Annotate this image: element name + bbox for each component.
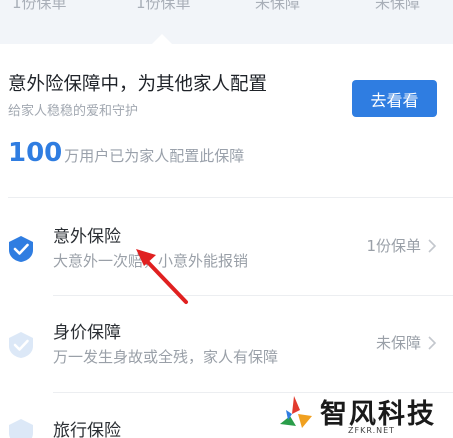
stat-number: 100 xyxy=(8,138,63,168)
tab-pointer-icon xyxy=(152,34,172,44)
tab-policy-4[interactable]: 未保障 xyxy=(375,0,420,13)
section-divider xyxy=(8,197,453,198)
watermark-sub: ZFKR.NET xyxy=(348,426,396,435)
user-stat: 100 万用户已为家人配置此保障 xyxy=(8,138,244,168)
item-status: 1份保单 xyxy=(366,237,421,255)
list-item-life-protection[interactable]: 身价保障 万一发生身故或全残，家人有保障 未保障 xyxy=(0,296,453,392)
shield-check-icon xyxy=(9,419,33,438)
item-description: 万一发生身故或全残，家人有保障 xyxy=(53,348,279,366)
item-status: 未保障 xyxy=(375,334,421,352)
chevron-right-icon xyxy=(428,336,437,350)
insurance-card: 意外险保障中，为其他家人配置 给家人稳稳的爱和守护 去看看 100 万用户已为家… xyxy=(0,44,453,438)
list-item-accident-insurance[interactable]: 意外保险 大意外一次赔，小意外能报销 1份保单 xyxy=(0,200,453,296)
annotation-arrow-icon xyxy=(136,249,188,304)
item-title: 旅行保险 xyxy=(53,421,121,438)
chevron-right-icon xyxy=(428,239,437,253)
stat-text: 万用户已为家人配置此保障 xyxy=(64,147,245,165)
shield-check-icon xyxy=(9,236,33,262)
watermark: 智风科技 ZFKR.NET xyxy=(278,392,453,438)
policy-tabs: 1份保单 1份保单 未保障 未保障 xyxy=(0,0,453,44)
item-title: 身价保障 xyxy=(53,323,121,343)
tab-policy-2[interactable]: 1份保单 xyxy=(136,0,191,13)
tab-policy-3[interactable]: 未保障 xyxy=(255,0,300,13)
brand-logo-icon xyxy=(280,396,312,428)
item-title: 意外保险 xyxy=(53,227,121,247)
go-see-button[interactable]: 去看看 xyxy=(352,80,437,117)
promo-title: 意外险保障中，为其他家人配置 xyxy=(8,74,268,95)
shield-check-icon xyxy=(9,332,33,358)
promo-subtitle: 给家人稳稳的爱和守护 xyxy=(8,104,139,119)
tab-policy-1[interactable]: 1份保单 xyxy=(12,0,67,13)
